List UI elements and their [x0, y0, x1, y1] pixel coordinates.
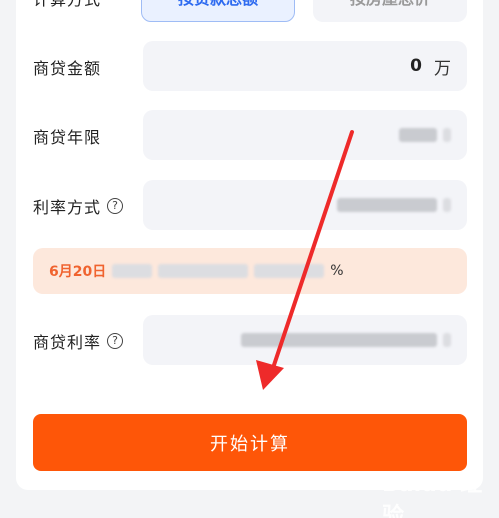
by-loan-amount-button[interactable]: 按贷款总额 [141, 0, 295, 22]
loan-term-label: 商贷年限 [33, 128, 102, 147]
notice-text-blurred [254, 264, 325, 278]
rate-notice-banner: 6月20日 % [33, 248, 467, 294]
chevron-right-icon [443, 198, 451, 212]
loan-amount-field[interactable]: 0 万 [143, 41, 467, 91]
rate-type-select[interactable] [143, 180, 467, 230]
by-house-price-button[interactable]: 按房屋总价 [313, 0, 467, 22]
notice-text-blurred [112, 264, 153, 278]
loan-term-select[interactable] [143, 110, 467, 160]
notice-date: 6月20日 [49, 264, 107, 280]
loan-amount-label: 商贷金额 [33, 59, 102, 78]
baidu-watermark: Baidu 经验 [382, 472, 483, 518]
loan-term-value-blurred [399, 128, 437, 142]
loan-rate-value-blurred [241, 333, 437, 347]
calculate-button[interactable]: 开始计算 [33, 414, 467, 471]
loan-rate-label-wrap: 商贷利率 ? [33, 329, 124, 353]
loan-rate-select[interactable] [143, 315, 467, 365]
rate-type-value-blurred [337, 198, 437, 212]
help-icon[interactable]: ? [107, 333, 124, 349]
notice-text-blurred [158, 264, 249, 278]
loan-rate-label: 商贷利率 [33, 333, 102, 352]
chevron-right-icon [443, 128, 451, 142]
rate-type-label-wrap: 利率方式 ? [33, 194, 124, 218]
calc-mode-label: 计算方式 [33, 0, 101, 10]
help-icon[interactable]: ? [107, 198, 124, 214]
loan-amount-value: 0 [410, 56, 422, 76]
chevron-right-icon [443, 333, 451, 347]
notice-percent: % [330, 263, 344, 279]
loan-amount-unit: 万 [434, 58, 451, 79]
rate-type-label: 利率方式 [33, 198, 102, 217]
